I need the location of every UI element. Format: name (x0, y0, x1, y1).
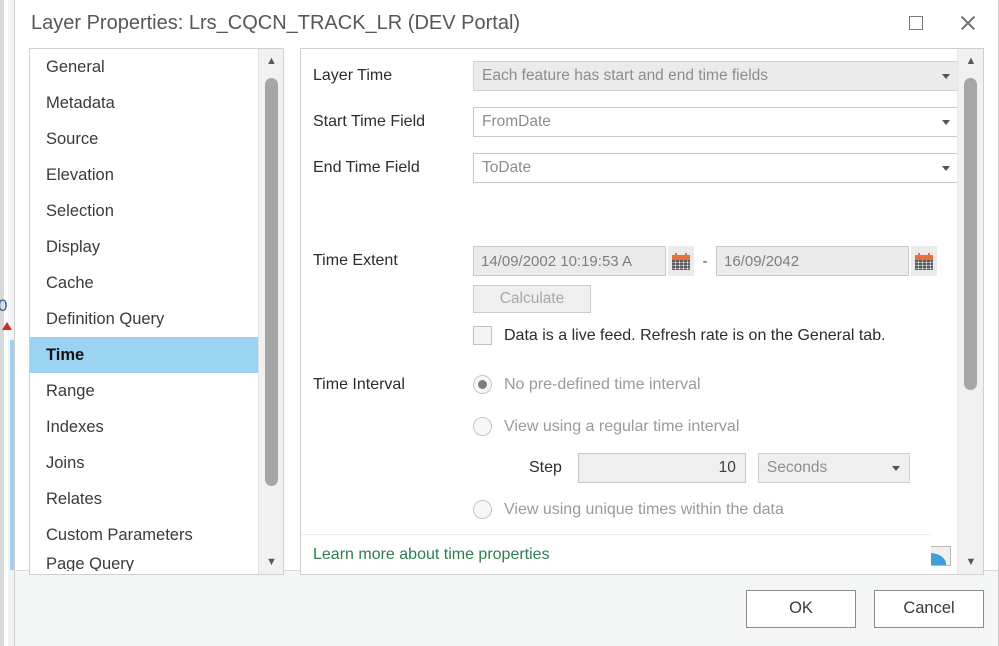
sidebar-item-page-query[interactable]: Page Query (30, 553, 258, 571)
radio-unique-times[interactable] (473, 500, 492, 519)
radio-regular-interval-label: View using a regular time interval (504, 418, 739, 436)
content-scrollbar-thumb[interactable] (964, 78, 977, 390)
time-properties-pane: Layer Time Each feature has start and en… (300, 48, 984, 575)
end-time-field-dropdown[interactable]: ToDate (473, 153, 957, 183)
chevron-down-icon (942, 166, 950, 171)
dialog-titlebar: Layer Properties: Lrs_CQCN_TRACK_LR (DEV… (15, 0, 998, 46)
properties-nav-pane: General Metadata Source Elevation Select… (29, 48, 284, 575)
layer-time-label: Layer Time (301, 67, 473, 85)
sidebar-item-cache[interactable]: Cache (30, 265, 258, 301)
nav-scroll-down-button[interactable]: ▼ (259, 550, 284, 574)
properties-nav-list: General Metadata Source Elevation Select… (30, 49, 258, 571)
start-time-field-value: FromDate (482, 113, 551, 131)
radio-no-predefined-interval[interactable] (473, 375, 492, 394)
calendar-icon (672, 253, 690, 270)
calculate-row: Calculate (301, 285, 701, 313)
content-scroll-down-button[interactable]: ▼ (958, 550, 984, 574)
time-interval-row-1: Time Interval No pre-defined time interv… (301, 375, 957, 394)
time-interval-label: Time Interval (301, 376, 473, 394)
sidebar-item-indexes[interactable]: Indexes (30, 409, 258, 445)
layer-time-dropdown[interactable]: Each feature has start and end time fiel… (473, 61, 957, 91)
dialog-footer: OK Cancel (15, 570, 998, 646)
sidebar-item-relates[interactable]: Relates (30, 481, 258, 517)
live-feed-checkbox[interactable] (473, 326, 492, 345)
chevron-down-icon (892, 466, 900, 471)
step-unit-dropdown[interactable]: Seconds (758, 453, 910, 483)
calculate-button[interactable]: Calculate (473, 285, 591, 313)
end-time-field-row: End Time Field ToDate (301, 153, 957, 183)
maximize-button[interactable] (894, 4, 938, 42)
time-extent-separator: - (694, 253, 716, 270)
sidebar-item-custom-parameters[interactable]: Custom Parameters (30, 517, 258, 553)
background-marker-icon (2, 322, 12, 330)
content-scroll-up-button[interactable]: ▲ (958, 49, 984, 73)
close-icon (959, 14, 977, 32)
time-extent-start-input[interactable]: 14/09/2002 10:19:53 A (473, 246, 666, 276)
maximize-icon (909, 16, 923, 30)
nav-scrollbar-thumb[interactable] (265, 78, 278, 486)
start-time-field-dropdown[interactable]: FromDate (473, 107, 957, 137)
time-extent-end-calendar-button[interactable] (911, 246, 937, 276)
end-time-field-label: End Time Field (301, 159, 473, 177)
sidebar-item-time[interactable]: Time (30, 337, 258, 373)
step-input[interactable]: 10 (578, 453, 746, 483)
time-extent-label: Time Extent (301, 252, 473, 270)
sidebar-item-selection[interactable]: Selection (30, 193, 258, 229)
time-properties-scroll-area: Layer Time Each feature has start and en… (301, 49, 957, 574)
step-row: Step 10 Seconds (301, 453, 957, 483)
start-time-field-label: Start Time Field (301, 113, 473, 131)
sidebar-item-elevation[interactable]: Elevation (30, 157, 258, 193)
end-time-field-value: ToDate (482, 159, 531, 177)
time-interval-row-3: View using unique times within the data (301, 500, 957, 519)
background-number: 0 (0, 296, 6, 316)
radio-no-predefined-interval-label: No pre-defined time interval (504, 376, 701, 394)
layer-time-value: Each feature has start and end time fiel… (482, 67, 768, 85)
ok-button[interactable]: OK (746, 590, 856, 628)
dialog-body: General Metadata Source Elevation Select… (15, 46, 998, 570)
step-label: Step (529, 459, 562, 477)
nav-scrollbar[interactable]: ▲ ▼ (258, 49, 283, 574)
nav-scroll-up-button[interactable]: ▲ (259, 49, 284, 73)
time-extent-start-calendar-button[interactable] (668, 246, 694, 276)
sidebar-item-definition-query[interactable]: Definition Query (30, 301, 258, 337)
live-feed-row: Data is a live feed. Refresh rate is on … (301, 326, 957, 345)
close-button[interactable] (946, 4, 990, 42)
step-unit-value: Seconds (767, 459, 827, 477)
content-scrollbar[interactable]: ▲ ▼ (957, 49, 983, 574)
learn-more-link[interactable]: Learn more about time properties (313, 546, 550, 564)
radio-unique-times-label: View using unique times within the data (504, 501, 784, 519)
time-extent-end-input[interactable]: 16/09/2042 (716, 246, 909, 276)
learn-more-bar: Learn more about time properties (301, 534, 931, 574)
time-interval-row-2: View using a regular time interval (301, 417, 957, 436)
sidebar-item-metadata[interactable]: Metadata (30, 85, 258, 121)
sidebar-item-display[interactable]: Display (30, 229, 258, 265)
sidebar-item-general[interactable]: General (30, 49, 258, 85)
sidebar-item-source[interactable]: Source (30, 121, 258, 157)
live-feed-label: Data is a live feed. Refresh rate is on … (504, 327, 886, 345)
time-extent-row: Time Extent 14/09/2002 10:19:53 A - 16/0… (301, 246, 957, 276)
sidebar-item-range[interactable]: Range (30, 373, 258, 409)
sidebar-item-joins[interactable]: Joins (30, 445, 258, 481)
start-time-field-row: Start Time Field FromDate (301, 107, 957, 137)
layer-properties-dialog: Layer Properties: Lrs_CQCN_TRACK_LR (DEV… (14, 0, 999, 646)
chevron-down-icon (942, 74, 950, 79)
dialog-title: Layer Properties: Lrs_CQCN_TRACK_LR (DEV… (31, 12, 520, 35)
layer-time-row: Layer Time Each feature has start and en… (301, 61, 957, 91)
calendar-icon (915, 253, 933, 270)
radio-regular-interval[interactable] (473, 417, 492, 436)
cancel-button[interactable]: Cancel (874, 590, 984, 628)
chevron-down-icon (942, 120, 950, 125)
